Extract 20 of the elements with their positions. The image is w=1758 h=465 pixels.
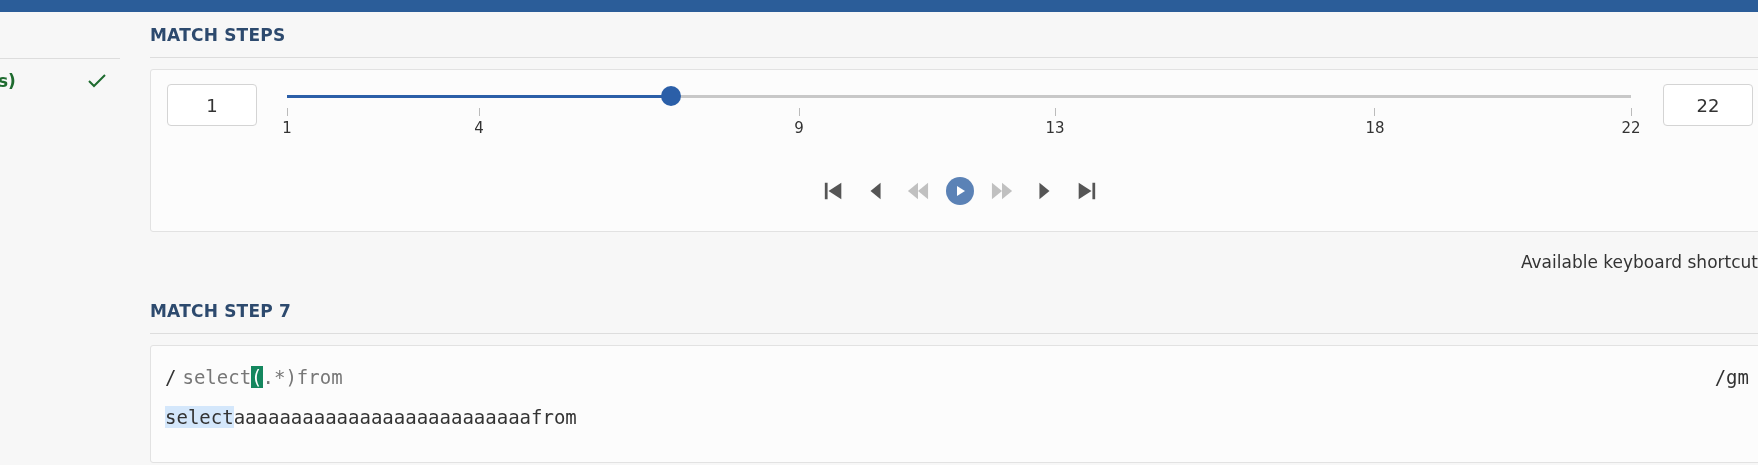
regex-pattern: / select(.*)from xyxy=(165,366,343,388)
tick-label: 9 xyxy=(794,119,804,137)
test-string: selectaaaaaaaaaaaaaaaaaaaaaaaaaafrom xyxy=(165,406,577,428)
section-heading: MATCH STEP 7 xyxy=(150,301,292,321)
end-step-field[interactable]: 22 xyxy=(1663,84,1753,126)
regex-flags: /gm xyxy=(1714,366,1749,388)
rewind-icon xyxy=(907,180,929,202)
tick-label: 13 xyxy=(1045,119,1065,137)
tick-label: 1 xyxy=(282,119,292,137)
start-step-field[interactable]: 1 xyxy=(167,84,257,126)
tick-label: 18 xyxy=(1365,119,1385,137)
play-icon xyxy=(954,185,966,197)
tick-label: 22 xyxy=(1621,119,1641,137)
section-heading: MATCH STEPS xyxy=(150,25,286,45)
play-button[interactable] xyxy=(946,177,974,205)
slider-thumb[interactable] xyxy=(660,86,681,106)
step-slider[interactable]: 1 4 9 13 18 22 xyxy=(275,84,1643,144)
tick-label: 4 xyxy=(474,119,484,137)
shortcuts-link[interactable]: Available keyboard shortcut xyxy=(1520,252,1758,272)
fast-forward-icon xyxy=(991,180,1013,202)
